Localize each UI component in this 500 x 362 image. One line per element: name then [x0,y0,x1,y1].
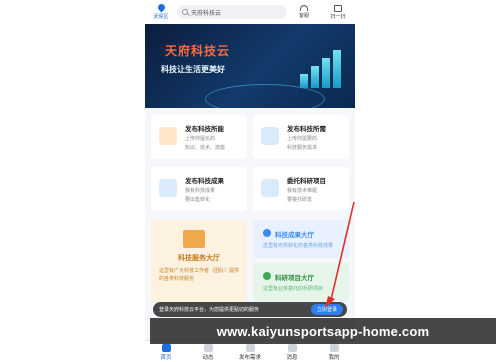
tab-messages[interactable]: 消息 [271,341,313,362]
scan-label: 扫一扫 [330,13,346,20]
banner-bar [311,66,319,88]
project-hall-title: 科研项目大厅 [275,274,314,282]
building-icon [183,230,205,248]
tab-news[interactable]: 动态 [187,341,229,362]
feature-desc: 上传你擅长的 [185,136,216,142]
phone-screen: 武侯区 天府科技云 客服 扫一扫 天府科技云 科技让生活更美好 发布科技所能 上… [145,0,355,362]
service-button[interactable]: 客服 [287,0,321,24]
watermark-text: www.kaiyunsportsapp-home.com [216,323,430,339]
news-icon [203,344,213,352]
screenshot-stage: 武侯区 天府科技云 客服 扫一扫 天府科技云 科技让生活更美好 发布科技所能 上… [0,0,500,362]
top-bar: 武侯区 天府科技云 客服 扫一扫 [145,0,355,24]
login-toast: 登录天府科技云平台，为您提供更贴切的服务 立即登录 [153,302,347,317]
achievement-hall-title: 科技成果大厅 [275,231,314,239]
banner-bar-graphic [297,50,341,88]
profile-icon [329,344,339,352]
publish-icon [245,344,255,352]
search-input[interactable]: 天府科技云 [177,5,287,19]
message-icon [287,344,297,352]
tab-label: 首页 [160,355,172,361]
achievement-hall-card[interactable]: 科技成果大厅 这里有可供转化的各类科技成果 [253,220,349,258]
tab-publish[interactable]: 发布需求 [229,341,271,362]
feature-title: 发布科技成果 [185,177,224,185]
scan-icon [334,4,342,12]
service-hall-card[interactable]: 科技服务大厅 这里有广大科技工作者（团队）提供的各类科技服务 [151,220,247,302]
service-label: 客服 [298,13,309,19]
search-icon [182,9,188,15]
login-button[interactable]: 立即登录 [311,304,343,315]
service-hall-desc: 这里有广大科技工作者（团队）提供的各类科技服务 [159,268,240,282]
tab-label: 我的 [328,355,340,361]
promo-banner[interactable]: 天府科技云 科技让生活更美好 [145,24,355,108]
feature-desc: 上传你需要的 [287,136,318,142]
location-pin-icon [156,2,166,13]
feature-desc: 知识、技术、技能 [185,145,226,151]
banner-bar [300,74,308,88]
tab-label: 消息 [286,355,298,361]
document-icon [261,127,279,145]
feature-card-project[interactable]: 委托科研项目 我有技术难题 要委托研发 [253,167,349,211]
tab-profile[interactable]: 我的 [313,341,355,362]
location-label: 武侯区 [153,14,169,20]
banner-title: 天府科技云 [165,44,231,58]
project-hall-card[interactable]: 科研项目大厅 这里有业务委托的科研项目 [253,263,349,301]
banner-bar [333,50,341,88]
feature-card-need[interactable]: 发布科技所需 上传你需要的 科技服务需求 [253,115,349,159]
feature-title: 发布科技所能 [185,125,224,133]
experiment-icon [159,179,177,197]
feature-desc: 要出售转化 [185,197,211,203]
search-placeholder: 天府科技云 [191,9,222,17]
feature-desc: 要委托研发 [287,197,313,203]
tab-label: 动态 [202,355,214,361]
feature-desc: 科技服务需求 [287,145,318,151]
tab-label: 发布需求 [238,355,261,361]
feature-card-offer[interactable]: 发布科技所能 上传你擅长的 知识、技术、技能 [151,115,247,159]
handshake-icon [261,179,279,197]
flask-icon [159,127,177,145]
feature-desc: 我有技术难题 [287,188,318,194]
feature-title: 委托科研项目 [287,177,326,185]
home-icon [161,344,171,352]
project-icon [263,272,271,280]
achievement-hall-desc: 这里有可供转化的各类科技成果 [263,243,334,249]
toast-message: 登录天府科技云平台，为您提供更贴切的服务 [159,307,260,313]
globe-icon [263,229,271,237]
feature-title: 发布科技所需 [287,125,326,133]
banner-bar [322,58,330,88]
tab-home[interactable]: 首页 [145,341,187,362]
service-hall-title: 科技服务大厅 [178,254,220,262]
location-selector[interactable]: 武侯区 [145,0,177,24]
project-hall-desc: 这里有业务委托的科研项目 [263,286,324,292]
feature-desc: 我有科技成果 [185,188,216,194]
feature-card-achievement[interactable]: 发布科技成果 我有科技成果 要出售转化 [151,167,247,211]
banner-subtitle: 科技让生活更美好 [161,65,225,74]
headset-icon [300,5,308,11]
watermark-banner: www.kaiyunsportsapp-home.com [150,318,496,344]
scan-button[interactable]: 扫一扫 [321,0,355,24]
